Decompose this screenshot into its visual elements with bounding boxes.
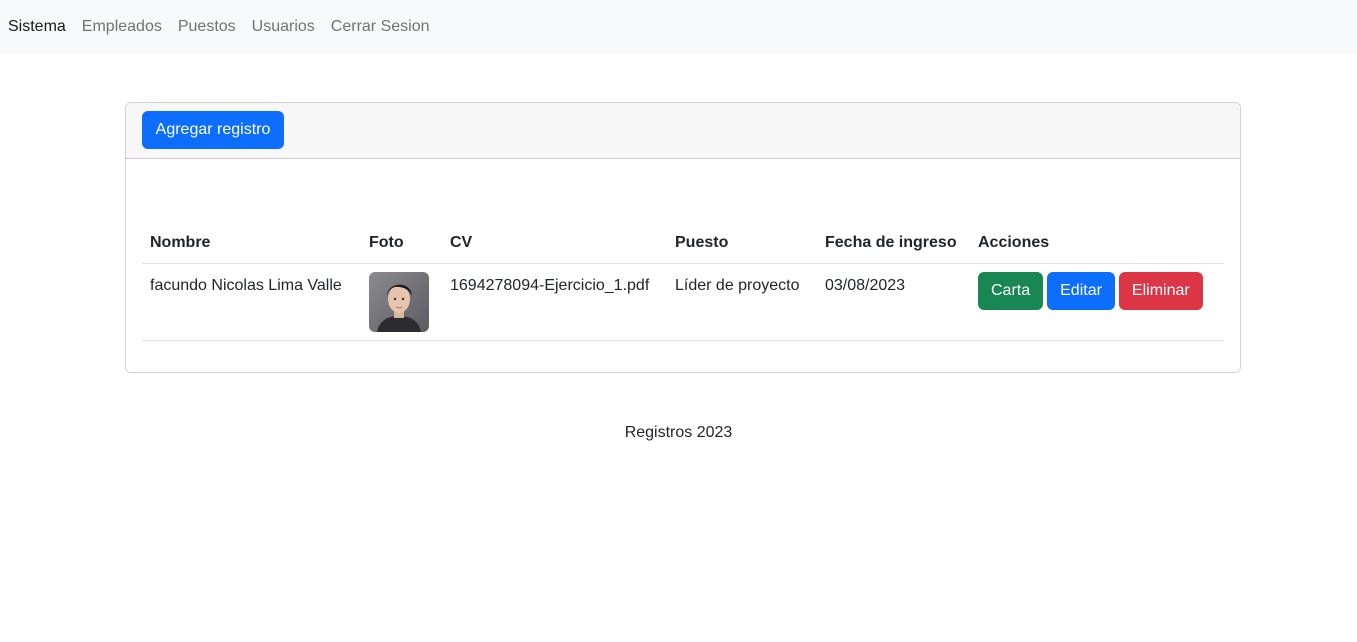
nav-brand-sistema[interactable]: Sistema: [8, 19, 66, 35]
table-header-row: Nombre Foto CV Puesto Fecha de ingreso A…: [142, 223, 1224, 264]
nav-link-cerrar-sesion[interactable]: Cerrar Sesion: [331, 19, 430, 35]
add-record-button[interactable]: Agregar registro: [142, 111, 284, 149]
carta-button[interactable]: Carta: [978, 271, 1044, 310]
header-acciones: Acciones: [970, 223, 1224, 264]
cell-fecha: 03/08/2023: [817, 263, 970, 341]
header-fecha-ingreso: Fecha de ingreso: [817, 223, 970, 264]
nav-link-puestos[interactable]: Puestos: [178, 19, 236, 35]
nav-link-empleados[interactable]: Empleados: [82, 19, 162, 35]
header-cv: CV: [442, 223, 667, 264]
row-actions: Carta Editar Eliminar: [978, 271, 1216, 310]
header-puesto: Puesto: [667, 223, 817, 264]
navbar: Sistema Empleados Puestos Usuarios Cerra…: [0, 0, 1357, 54]
cell-puesto: Líder de proyecto: [667, 263, 817, 341]
cell-acciones: Carta Editar Eliminar: [970, 263, 1224, 341]
employee-photo: [369, 271, 429, 332]
employees-table: Nombre Foto CV Puesto Fecha de ingreso A…: [142, 223, 1224, 341]
table-row: facundo Nicolas Lima Valle 1694278094-Ej…: [142, 263, 1224, 341]
cell-nombre: facundo Nicolas Lima Valle: [142, 263, 361, 341]
editar-button[interactable]: Editar: [1047, 271, 1115, 310]
header-foto: Foto: [361, 223, 442, 264]
header-nombre: Nombre: [142, 223, 361, 264]
eliminar-button[interactable]: Eliminar: [1118, 271, 1203, 310]
cell-foto: [361, 263, 442, 341]
cell-cv: 1694278094-Ejercicio_1.pdf: [442, 263, 667, 341]
employees-card: Agregar registro Nombre Foto CV Puesto F…: [125, 102, 1241, 373]
footer-text: Registros 2023: [624, 424, 733, 441]
card-header: Agregar registro: [126, 103, 1240, 159]
nav-link-usuarios[interactable]: Usuarios: [252, 19, 315, 35]
